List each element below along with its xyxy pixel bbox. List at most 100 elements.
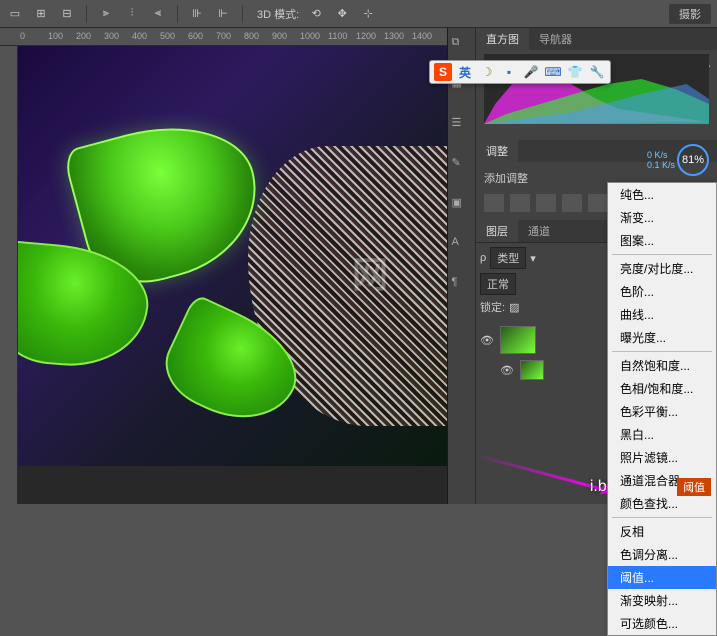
menu-gradient-map[interactable]: 渐变映射... xyxy=(608,589,716,612)
blend-mode-dropdown[interactable]: 正常 xyxy=(480,273,516,295)
memory-gauge[interactable]: 81% xyxy=(677,144,709,176)
filter-type-label: ρ xyxy=(480,252,486,264)
menu-solid-color[interactable]: 纯色... xyxy=(608,183,716,206)
align-left-icon[interactable]: ⫸ xyxy=(97,5,115,23)
3d-pan-icon[interactable]: ✥ xyxy=(333,5,351,23)
vibrance-icon[interactable] xyxy=(588,194,608,212)
menu-selective-color[interactable]: 可选颜色... xyxy=(608,612,716,635)
ime-lang-toggle[interactable]: 英 xyxy=(456,63,474,81)
menu-photo-filter[interactable]: 照片滤镜... xyxy=(608,446,716,469)
menu-exposure[interactable]: 曝光度... xyxy=(608,326,716,349)
layer-filter-dropdown[interactable]: 类型 xyxy=(490,247,526,269)
vertical-ruler xyxy=(0,46,18,504)
brush-icon[interactable]: ✎ xyxy=(452,156,472,176)
adjustment-layer-menu: 纯色... 渐变... 图案... 亮度/对比度... 色阶... 曲线... … xyxy=(607,182,717,636)
menu-posterize[interactable]: 色调分离... xyxy=(608,543,716,566)
ime-skin-icon[interactable]: 👕 xyxy=(566,63,584,81)
tool-icon-3[interactable]: ⊟ xyxy=(58,5,76,23)
threshold-callout: 阈值 xyxy=(677,478,711,496)
tool-icon-1[interactable]: ▭ xyxy=(6,5,24,23)
ruler-mark: 0 xyxy=(20,31,25,41)
history-icon[interactable]: ⧉ xyxy=(452,36,472,56)
menu-pattern[interactable]: 图案... xyxy=(608,229,716,252)
distribute-icon-1[interactable]: ⊪ xyxy=(188,5,206,23)
visibility-icon[interactable]: 👁 xyxy=(500,364,514,377)
menu-brightness-contrast[interactable]: 亮度/对比度... xyxy=(608,257,716,280)
ime-mic-icon[interactable]: 🎤 xyxy=(522,63,540,81)
ruler-mark: 200 xyxy=(76,31,91,41)
menu-separator xyxy=(612,254,712,255)
menu-threshold[interactable]: 阈值... xyxy=(608,566,716,589)
3d-orbit-icon[interactable]: ⟲ xyxy=(307,5,325,23)
document-canvas[interactable]: 网 xyxy=(18,46,447,466)
align-center-icon[interactable]: ⫶ xyxy=(123,5,141,23)
separator xyxy=(177,5,178,23)
ruler-mark: 800 xyxy=(244,31,259,41)
menu-curves[interactable]: 曲线... xyxy=(608,303,716,326)
ruler-mark: 1200 xyxy=(356,31,376,41)
ime-keyboard-icon[interactable]: ⌨ xyxy=(544,63,562,81)
swatches-icon[interactable]: ☰ xyxy=(452,116,472,136)
options-bar: ▭ ⊞ ⊟ ⫸ ⫶ ⫷ ⊪ ⊩ 3D 模式: ⟲ ✥ ⊹ 摄影 xyxy=(0,0,717,28)
histogram-tab[interactable]: 直方图 xyxy=(476,28,529,50)
ruler-mark: 300 xyxy=(104,31,119,41)
separator xyxy=(86,5,87,23)
menu-separator xyxy=(612,517,712,518)
layer-thumbnail[interactable] xyxy=(500,326,536,354)
3d-zoom-icon[interactable]: ⊹ xyxy=(359,5,377,23)
lock-transparency-icon[interactable]: ▨ xyxy=(509,301,519,314)
image-watermark: 网 xyxy=(352,246,388,298)
curves-icon[interactable] xyxy=(536,194,556,212)
menu-color-balance[interactable]: 色彩平衡... xyxy=(608,400,716,423)
adjustments-tab[interactable]: 调整 xyxy=(476,140,518,162)
ruler-mark: 1000 xyxy=(300,31,320,41)
canvas-area: 0 100 200 300 400 500 600 700 800 900 10… xyxy=(0,28,447,504)
layer-thumbnail[interactable] xyxy=(520,360,544,380)
ime-punct-icon[interactable]: ▪ xyxy=(500,63,518,81)
collapsed-dock: ⧉ ▦ ☰ ✎ ▣ A ¶ xyxy=(448,28,476,504)
ruler-mark: 600 xyxy=(188,31,203,41)
distribute-icon-2[interactable]: ⊩ xyxy=(214,5,232,23)
lock-label: 锁定: xyxy=(480,299,505,315)
channels-tab[interactable]: 通道 xyxy=(518,220,560,242)
ruler-mark: 1100 xyxy=(328,31,347,41)
menu-invert[interactable]: 反相 xyxy=(608,520,716,543)
menu-vibrance[interactable]: 自然饱和度... xyxy=(608,354,716,377)
paragraph-icon[interactable]: ¶ xyxy=(452,276,472,296)
text-icon[interactable]: A xyxy=(452,236,472,256)
navigator-tab[interactable]: 导航器 xyxy=(529,28,582,50)
chevron-down-icon: ▾ xyxy=(530,252,536,265)
3d-mode-label: 3D 模式: xyxy=(257,6,299,22)
ruler-mark: 100 xyxy=(48,31,63,41)
menu-gradient[interactable]: 渐变... xyxy=(608,206,716,229)
horizontal-ruler: 0 100 200 300 400 500 600 700 800 900 10… xyxy=(0,28,447,46)
ruler-mark: 500 xyxy=(160,31,175,41)
tool-icon-2[interactable]: ⊞ xyxy=(32,5,50,23)
sogou-logo-icon[interactable]: S xyxy=(434,63,452,81)
upload-speed: 0 K/s xyxy=(647,150,675,160)
menu-separator xyxy=(612,351,712,352)
menu-black-white[interactable]: 黑白... xyxy=(608,423,716,446)
performance-gauge: 0 K/s 0.1 K/s 81% xyxy=(647,140,717,180)
ruler-mark: 900 xyxy=(272,31,287,41)
clone-icon[interactable]: ▣ xyxy=(452,196,472,216)
menu-levels[interactable]: 色阶... xyxy=(608,280,716,303)
ruler-mark: 1400 xyxy=(412,31,432,41)
exposure-icon[interactable] xyxy=(562,194,582,212)
separator xyxy=(242,5,243,23)
ime-moon-icon[interactable]: ☽ xyxy=(478,63,496,81)
ruler-mark: 400 xyxy=(132,31,147,41)
layers-tab[interactable]: 图层 xyxy=(476,220,518,242)
download-speed: 0.1 K/s xyxy=(647,160,675,170)
visibility-icon[interactable]: 👁 xyxy=(480,334,494,347)
brightness-icon[interactable] xyxy=(484,194,504,212)
ime-toolbar[interactable]: S 英 ☽ ▪ 🎤 ⌨ 👕 🔧 xyxy=(429,60,611,84)
levels-icon[interactable] xyxy=(510,194,530,212)
align-right-icon[interactable]: ⫷ xyxy=(149,5,167,23)
ruler-mark: 700 xyxy=(216,31,231,41)
ime-settings-icon[interactable]: 🔧 xyxy=(588,63,606,81)
menu-hue-saturation[interactable]: 色相/饱和度... xyxy=(608,377,716,400)
ruler-mark: 1300 xyxy=(384,31,404,41)
workspace-selector[interactable]: 摄影 xyxy=(669,4,711,24)
histogram-panel-tabs: 直方图 导航器 xyxy=(476,28,717,50)
